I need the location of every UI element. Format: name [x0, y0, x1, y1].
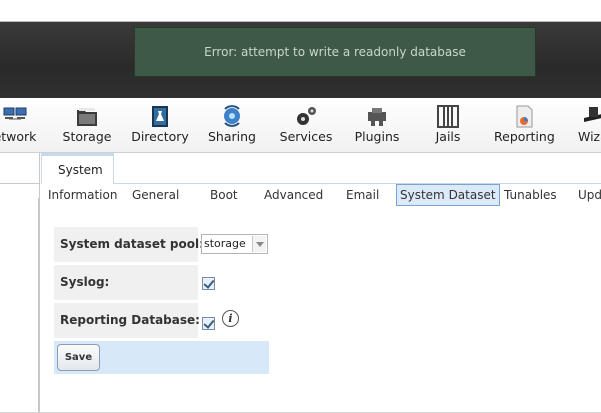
syslog-checkbox[interactable] — [202, 277, 215, 290]
error-message: Error: attempt to write a readonly datab… — [134, 27, 536, 77]
toolbar-plugins[interactable]: Plugins — [350, 98, 404, 153]
subtab-advanced[interactable]: Advanced — [264, 184, 323, 206]
toolbar-wizard[interactable]: Wiza — [574, 98, 601, 153]
toolbar-label: etwork — [0, 129, 37, 144]
network-icon — [3, 107, 27, 120]
left-pane-divider — [0, 183, 40, 184]
storage-icon — [77, 108, 97, 126]
info-icon[interactable]: i — [222, 310, 239, 327]
tab-system-label: System — [58, 163, 103, 177]
toolbar-jails[interactable]: Jails — [426, 98, 470, 153]
left-pane-edge — [38, 198, 39, 413]
toolbar-network[interactable]: etwork — [0, 98, 42, 153]
save-button[interactable]: Save — [57, 344, 100, 371]
toolbar-label: Jails — [435, 129, 461, 144]
toolbar-label: Plugins — [354, 129, 400, 144]
plugins-icon — [368, 108, 386, 126]
toolbar-label: Reporting — [494, 129, 555, 144]
pool-label: System dataset pool: — [54, 227, 204, 262]
chevron-down-icon[interactable] — [252, 236, 266, 252]
directory-icon — [152, 106, 168, 127]
toolbar-directory[interactable]: Directory — [131, 98, 189, 153]
subtab-email[interactable]: Email — [346, 184, 379, 206]
toolbar-label: Directory — [131, 129, 189, 144]
reporting-icon — [516, 105, 533, 128]
toolbar-storage[interactable]: Storage — [59, 98, 115, 153]
tab-system[interactable]: System — [41, 153, 114, 184]
reporting-db-label: Reporting Database: — [54, 303, 200, 338]
toolbar-sharing[interactable]: Sharing — [205, 98, 259, 153]
pool-select[interactable]: storage — [201, 234, 268, 254]
subtab-tunables[interactable]: Tunables — [504, 184, 557, 206]
toolbar-reporting[interactable]: Reporting — [494, 98, 555, 153]
pool-select-value: storage — [204, 237, 246, 250]
toolbar-services[interactable]: Services — [278, 98, 334, 153]
subtab-system-dataset[interactable]: System Dataset — [396, 184, 500, 206]
services-icon — [297, 107, 316, 125]
subtab-information[interactable]: Information — [48, 184, 117, 206]
toolbar-label: Services — [279, 129, 333, 144]
toolbar-label: Sharing — [208, 129, 256, 144]
left-tree-pane — [0, 153, 40, 413]
save-bar: Save — [54, 341, 269, 374]
reporting-db-checkbox[interactable] — [202, 317, 215, 330]
wizard-icon — [584, 107, 601, 122]
subtab-boot[interactable]: Boot — [210, 184, 238, 206]
subtab-general[interactable]: General — [132, 184, 179, 206]
subtab-update[interactable]: Upd — [578, 184, 601, 206]
toolbar-label: Storage — [62, 129, 112, 144]
header-bar: Error: attempt to write a readonly datab… — [0, 22, 601, 98]
sharing-icon — [224, 105, 240, 127]
top-strip — [0, 0, 601, 22]
syslog-label: Syslog: — [54, 265, 198, 300]
main-toolbar: etwork Storage Directory Sharing — [0, 98, 601, 153]
toolbar-label: Wiza — [578, 129, 601, 144]
jails-icon — [437, 105, 459, 128]
